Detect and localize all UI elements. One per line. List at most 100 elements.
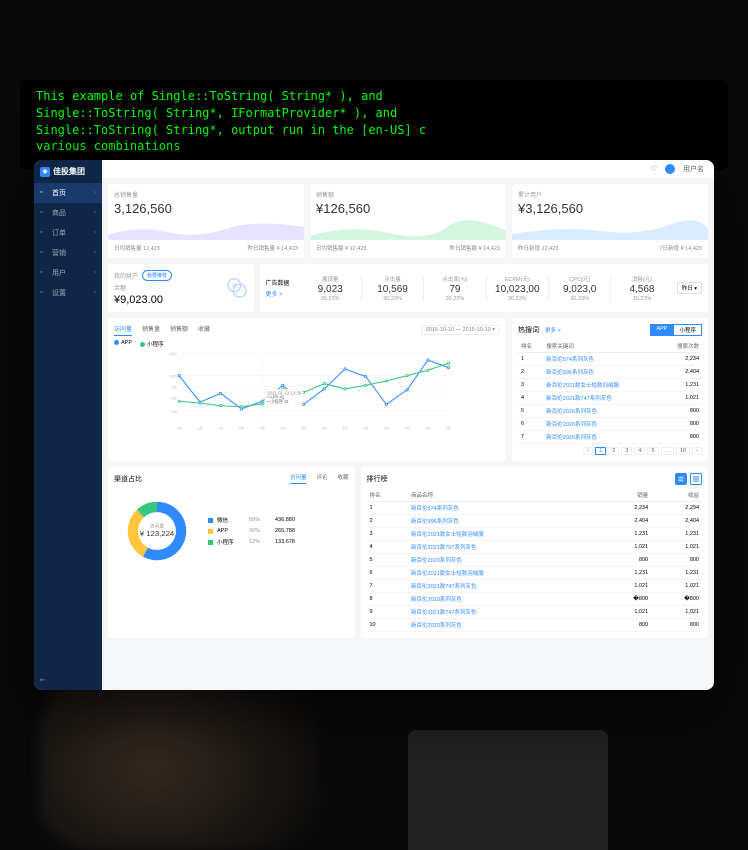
recommend-button[interactable]: 我要推荐 [142,270,172,281]
page-number[interactable]: … [661,447,675,455]
ad-metrics-card: 广告数据 更多 > 展现量9,02330.23%点击量10,56930.23%点… [260,264,709,312]
table-row[interactable]: 10新百伦2020系列灰色800800 [367,619,703,632]
chevron-right-icon: › [94,190,96,196]
traffic-chart-card: 访问量销售量销售额收藏 2015-10-10 — 2015-10-10 ▾ AP… [108,318,506,461]
table-row[interactable]: 3新百伦2021款女士短款羽绒服1,231 [518,379,702,392]
svg-text:2月: 2月 [301,426,306,430]
brand-name: 佳投集团 [53,166,85,177]
page-number[interactable]: 5 [647,447,658,455]
nav-icon: ▫ [40,249,48,257]
page-prev[interactable]: ‹ [583,447,593,455]
svg-text:3月: 3月 [322,426,327,430]
page-number[interactable]: 4 [634,447,645,455]
user-name[interactable]: 用户名 [683,164,704,174]
search-more-link[interactable]: 更多 > [545,326,561,334]
svg-text:4月: 4月 [425,426,430,430]
table-row[interactable]: 6新百伦2021款女士短款羽绒服1,2311,231 [367,567,703,580]
chart-tab[interactable]: 访问量 [114,324,132,336]
hot-search-table: 排名搜索关键词搜索次数1新百伦574系列灰色2,2342新百伦996系列灰色2,… [518,340,702,444]
svg-text:1月: 1月 [197,426,202,430]
page-number[interactable]: 10 [676,447,690,455]
sidebar: ◆ 佳投集团 ▫首页›▫商品›▫订单›▫营销›▫用户›▫设置› ⇤ [34,160,102,690]
table-row[interactable]: 6新百伦2020系列灰色800 [518,418,702,431]
table-row[interactable]: 1新百伦574系列灰色2,234 [518,353,702,366]
sidebar-item-1[interactable]: ▫商品› [34,203,102,223]
sidebar-collapse-icon[interactable]: ⇤ [34,670,102,690]
nav-icon: ▫ [40,209,48,217]
ad-metric: 展现量9,02330.23% [300,275,361,302]
hot-search-card: 热搜词 更多 > APP小程序 排名搜索关键词搜索次数1新百伦574系列灰色2,… [512,318,708,461]
sidebar-item-0[interactable]: ▫首页› [34,183,102,203]
channel-donut-card: 渠道占比 访问量评论收藏 访问量¥ 123,224 微信58%436,880AP… [108,467,355,638]
chevron-right-icon: › [94,270,96,276]
avatar[interactable] [665,164,675,174]
legend-item[interactable]: 小程序 [140,340,164,348]
table-row[interactable]: 4新百伦2021款747系列灰色1,021 [518,392,702,405]
sidebar-item-3[interactable]: ▫营销› [34,243,102,263]
table-row[interactable]: 9新百伦2021款747系列灰色1,0211,021 [367,606,703,619]
rank-view-grid-icon[interactable] [690,473,702,485]
page-number[interactable]: 3 [621,447,632,455]
topbar: ♡ 用户名 [102,160,714,178]
chart-tab[interactable]: 销售额 [170,324,188,336]
table-row[interactable]: 5新百伦2020系列灰色800 [518,405,702,418]
table-row[interactable]: 7新百伦2021款747系列灰色1,0211,021 [367,580,703,593]
table-row[interactable]: 5新百伦2020系列灰色800800 [367,554,703,567]
chevron-right-icon: › [94,230,96,236]
notification-icon[interactable]: ♡ [651,165,657,173]
ad-more-link[interactable]: 更多 > [266,289,290,298]
nav-icon: ▫ [40,289,48,297]
table-row[interactable]: 2新百伦996系列灰色2,404 [518,366,702,379]
rank-table: 排名商品名称销量收益1新百伦574系列灰色2,2342,2942新百伦996系列… [367,489,703,632]
segment-button[interactable]: APP [650,324,673,336]
svg-text:4月: 4月 [446,426,451,430]
table-row[interactable]: 4新百伦2021款707系列灰色1,0211,021 [367,541,703,554]
sidebar-item-4[interactable]: ▫用户› [34,263,102,283]
ad-metric: ECPM(元)10,023,0030.23% [486,275,548,302]
table-row[interactable]: 8新百伦2020系列灰色�800�800 [367,593,703,606]
coins-icon: ¥ [226,277,248,299]
background-terminal: This example of Single::ToString( String… [20,80,728,170]
page-number[interactable]: 1 [595,447,606,455]
ranking-card: 排行榜 排名商品名称销量收益1新百伦574系列灰色2,2342,2942新百伦9… [361,467,709,638]
sidebar-item-2[interactable]: ▫订单› [34,223,102,243]
segment-button[interactable]: 小程序 [673,324,702,336]
svg-text:4月: 4月 [404,426,409,430]
sparkline [512,220,708,240]
ad-metric: 消耗(元)4,56830.23% [610,275,672,302]
chart-tab[interactable]: 收藏 [198,324,210,336]
svg-text:1月: 1月 [218,426,223,430]
svg-text:3月: 3月 [384,426,389,430]
svg-text:750: 750 [171,385,177,389]
sparkline [310,220,506,240]
donut-chart: 访问量¥ 123,224 [114,488,200,574]
ad-metric: 点击量10,56930.23% [361,275,423,302]
pagination: ‹12345…10› [518,447,702,455]
chevron-right-icon: › [94,290,96,296]
date-range-picker[interactable]: 2015-10-10 — 2015-10-10 ▾ [421,325,500,335]
chart-tab[interactable]: 销售量 [142,324,160,336]
ad-period-select[interactable]: 昨日 ▾ [677,282,702,294]
nav-icon: ▫ [40,269,48,277]
svg-text:¥ 123,224: ¥ 123,224 [140,529,175,538]
table-row[interactable]: 2新百伦996系列灰色2,4042,404 [367,515,703,528]
page-next[interactable]: › [692,447,702,455]
table-row[interactable]: 7新百伦2020系列灰色800 [518,431,702,444]
legend-item[interactable]: APP [114,340,132,348]
donut-tab[interactable]: 收藏 [337,473,348,484]
donut-tab[interactable]: 评论 [316,473,327,484]
donut-tab[interactable]: 访问量 [290,473,307,484]
legend-item: APP30%265,788 [208,528,295,534]
nav-icon: ▫ [40,229,48,237]
svg-text:200: 200 [171,410,177,414]
line-chart: 200500750100015001月1月1月2月2月2月2月3月3月3月3月4… [114,350,500,432]
rank-view-list-icon[interactable] [675,473,687,485]
sidebar-item-5[interactable]: ▫设置› [34,283,102,303]
table-row[interactable]: 1新百伦574系列灰色2,2342,294 [367,502,703,515]
page-number[interactable]: 2 [608,447,619,455]
svg-text:1000: 1000 [169,374,177,378]
svg-text:• 小程序 31: • 小程序 31 [267,398,289,405]
brand-logo: ◆ 佳投集团 [34,160,102,183]
chart-tabs: 访问量销售量销售额收藏 [114,324,210,336]
table-row[interactable]: 3新百伦2021款女士短款羽绒服1,2311,231 [367,528,703,541]
